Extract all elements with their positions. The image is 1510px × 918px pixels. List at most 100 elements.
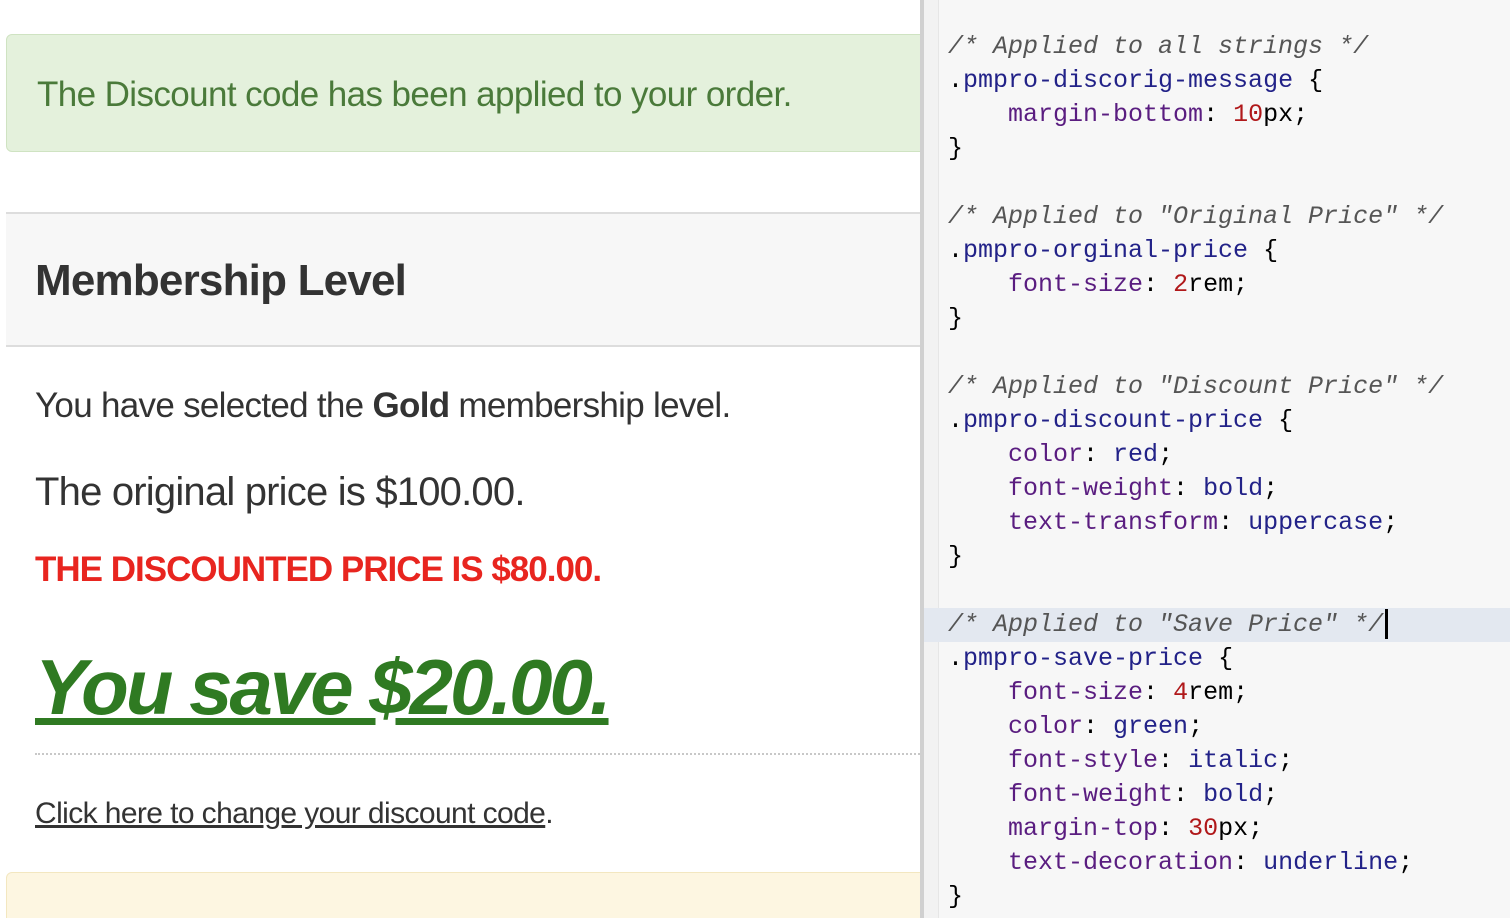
css-property: text-transform [1008, 508, 1219, 537]
dotted-divider [35, 753, 920, 755]
close-brace: } [948, 882, 964, 911]
rule-colon: : [1173, 780, 1204, 809]
original-price: The original price is $100.00. [35, 470, 525, 514]
code-selector-line: .pmpro-discorig-message { [948, 64, 1510, 98]
rule-colon: : [1083, 440, 1114, 469]
rule-indent [948, 270, 1008, 299]
rule-semicolon: ; [1278, 746, 1294, 775]
selector-dot: . [948, 236, 964, 265]
code-rule-line: margin-bottom: 10px; [948, 98, 1510, 132]
code-rule-line: font-weight: bold; [948, 472, 1510, 506]
code-rule-line: font-size: 2rem; [948, 268, 1510, 302]
code-selector-line: .pmpro-discount-price { [948, 404, 1510, 438]
rule-colon: : [1158, 746, 1189, 775]
css-value: red [1113, 440, 1159, 469]
code-comment-line: /* Applied to all strings */ [948, 30, 1510, 64]
css-property: font-style [1008, 746, 1159, 775]
open-brace: { [1203, 644, 1234, 673]
code-comment: /* Applied to "Original Price" */ [948, 202, 1444, 231]
rule-indent [948, 780, 1008, 809]
selector-dot: . [948, 644, 964, 673]
rule-semicolon: ; [1293, 100, 1309, 129]
rule-semicolon: ; [1263, 780, 1279, 809]
rule-colon: : [1233, 848, 1264, 877]
change-code-period: . [545, 797, 553, 830]
css-property: font-size [1008, 678, 1144, 707]
change-discount-code-link[interactable]: Click here to change your discount code [35, 797, 546, 830]
css-property: margin-top [1008, 814, 1159, 843]
code-rule-line: color: red; [948, 438, 1510, 472]
css-value: italic [1188, 746, 1279, 775]
code-comment-line: /* Applied to "Original Price" */ [948, 200, 1510, 234]
code-area[interactable]: /* Applied to all strings */.pmpro-disco… [924, 30, 1510, 914]
rule-colon: : [1203, 100, 1234, 129]
open-brace: { [1248, 236, 1279, 265]
css-property: color [1008, 712, 1084, 741]
selected-level-text: You have selected the Gold membership le… [35, 386, 731, 426]
code-selector-line: .pmpro-save-price { [948, 642, 1510, 676]
css-value: uppercase [1248, 508, 1384, 537]
css-number: 10 [1233, 100, 1264, 129]
code-rule-line: color: green; [948, 710, 1510, 744]
membership-level-header: Membership Level [6, 212, 920, 347]
rule-colon: : [1158, 814, 1189, 843]
code-selector: pmpro-save-price [963, 644, 1204, 673]
css-property: font-weight [1008, 474, 1174, 503]
css-property: margin-bottom [1008, 100, 1204, 129]
code-selector: pmpro-discorig-message [963, 66, 1294, 95]
rule-indent [948, 100, 1008, 129]
css-value: underline [1263, 848, 1399, 877]
editor-gutter [924, 0, 939, 918]
discount-price: The discounted price is $80.00. [35, 550, 602, 589]
close-brace: } [948, 304, 964, 333]
code-comment: /* Applied to "Discount Price" */ [948, 372, 1444, 401]
bottom-notice-box [6, 872, 920, 918]
page-preview: The Discount code has been applied to yo… [0, 0, 920, 918]
selected-level-prefix: You have selected the [35, 386, 373, 425]
css-number: 30 [1188, 814, 1219, 843]
code-comment: /* Applied to all strings */ [948, 32, 1369, 61]
css-unit: rem [1188, 678, 1234, 707]
css-unit: px [1218, 814, 1249, 843]
code-rule-line: margin-top: 30px; [948, 812, 1510, 846]
code-selector-line: .pmpro-orginal-price { [948, 234, 1510, 268]
rule-colon: : [1173, 474, 1204, 503]
code-comment-line: /* Applied to "Discount Price" */ [948, 370, 1510, 404]
open-brace: { [1293, 66, 1324, 95]
close-brace: } [948, 134, 964, 163]
rule-colon: : [1218, 508, 1249, 537]
rule-indent [948, 474, 1008, 503]
code-rule-line: font-style: italic; [948, 744, 1510, 778]
save-price: You save $20.00. [35, 643, 612, 731]
discount-success-message: The Discount code has been applied to yo… [6, 34, 920, 152]
css-unit: rem [1188, 270, 1234, 299]
css-property: font-size [1008, 270, 1144, 299]
selector-dot: . [948, 406, 964, 435]
rule-indent [948, 440, 1008, 469]
open-brace: { [1263, 406, 1294, 435]
success-message-text: The Discount code has been applied to yo… [37, 75, 792, 114]
css-property: text-decoration [1008, 848, 1234, 877]
code-rule-line: text-transform: uppercase; [948, 506, 1510, 540]
css-number: 2 [1173, 270, 1189, 299]
code-close-line: } [948, 132, 1510, 166]
code-selector: pmpro-orginal-price [963, 236, 1249, 265]
code-comment-line: /* Applied to "Save Price" */ [924, 608, 1510, 642]
rule-colon: : [1143, 678, 1174, 707]
rule-semicolon: ; [1188, 712, 1204, 741]
css-value: bold [1203, 780, 1264, 809]
code-comment: /* Applied to "Save Price" */ [948, 610, 1384, 639]
text-cursor [1385, 609, 1389, 640]
rule-semicolon: ; [1263, 474, 1279, 503]
rule-indent [948, 848, 1008, 877]
code-close-line: } [948, 302, 1510, 336]
rule-indent [948, 814, 1008, 843]
rule-colon: : [1143, 270, 1174, 299]
css-code-editor[interactable]: /* Applied to all strings */.pmpro-disco… [924, 0, 1510, 918]
code-rule-line: text-decoration: underline; [948, 846, 1510, 880]
rule-semicolon: ; [1233, 270, 1249, 299]
membership-level-title: Membership Level [35, 256, 407, 305]
